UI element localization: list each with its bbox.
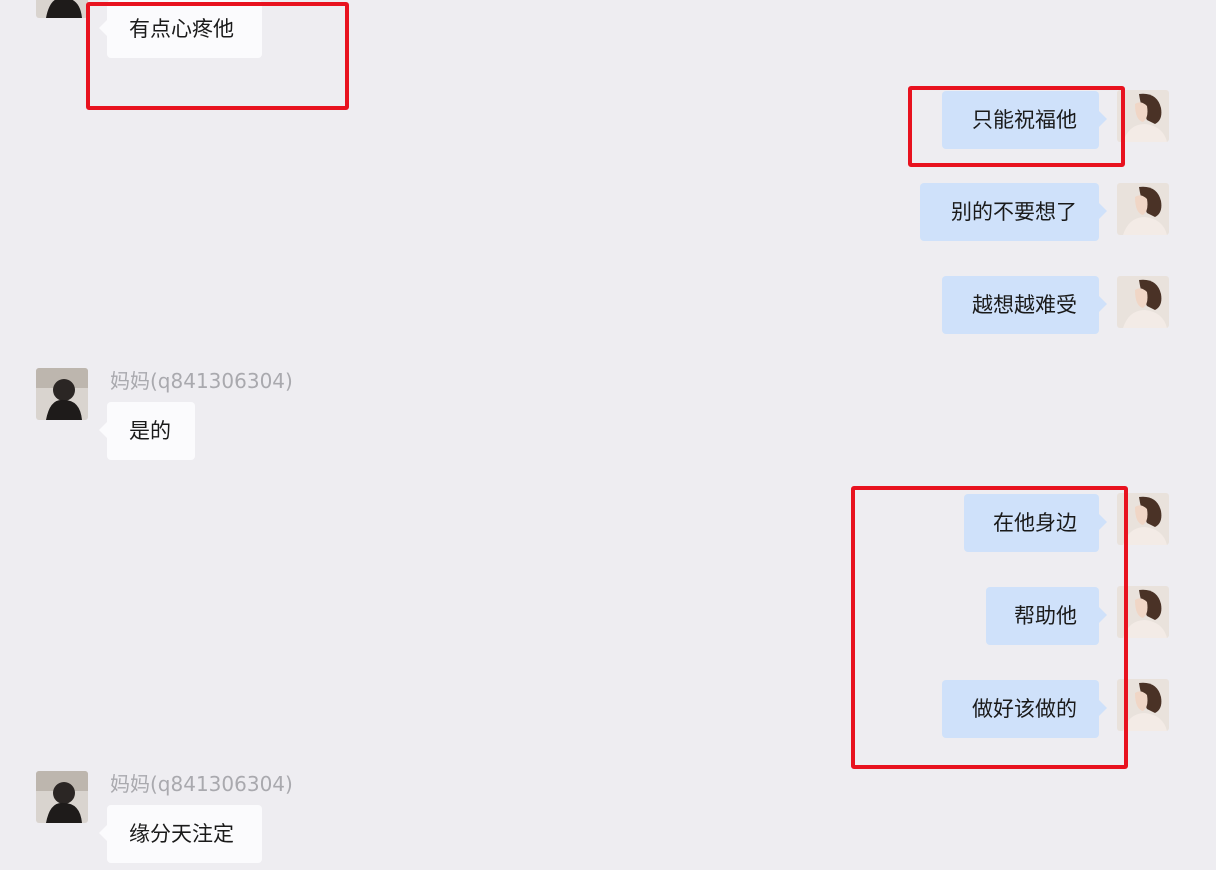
contact-avatar[interactable] [36, 0, 88, 18]
message-bubble-incoming[interactable]: 是的 [99, 402, 195, 460]
highlight-annotation [908, 86, 1125, 167]
message-text: 是的 [129, 419, 171, 443]
sender-name: 妈妈(q841306304) [110, 772, 293, 796]
highlight-annotation [86, 2, 349, 110]
message-text: 别的不要想了 [951, 200, 1077, 224]
chat-message-area: 有点心疼他 只能祝福他 别的不要想了 越想越难受 妈妈(q841306304) … [0, 0, 1216, 870]
self-avatar[interactable] [1117, 276, 1169, 328]
message-bubble-incoming[interactable]: 缘分天注定 [99, 805, 262, 863]
contact-avatar[interactable] [36, 771, 88, 823]
contact-avatar-icon [36, 0, 88, 18]
message-bubble-outgoing[interactable]: 别的不要想了 [920, 183, 1107, 241]
message-text: 缘分天注定 [129, 822, 234, 846]
self-avatar-icon [1117, 276, 1169, 328]
self-avatar[interactable] [1117, 183, 1169, 235]
sender-name: 妈妈(q841306304) [110, 369, 293, 393]
contact-avatar-icon [36, 771, 88, 823]
self-avatar-icon [1117, 183, 1169, 235]
message-bubble-outgoing[interactable]: 越想越难受 [942, 276, 1107, 334]
highlight-annotation [851, 486, 1128, 769]
contact-avatar-icon [36, 368, 88, 420]
message-text: 越想越难受 [972, 293, 1077, 317]
contact-avatar[interactable] [36, 368, 88, 420]
